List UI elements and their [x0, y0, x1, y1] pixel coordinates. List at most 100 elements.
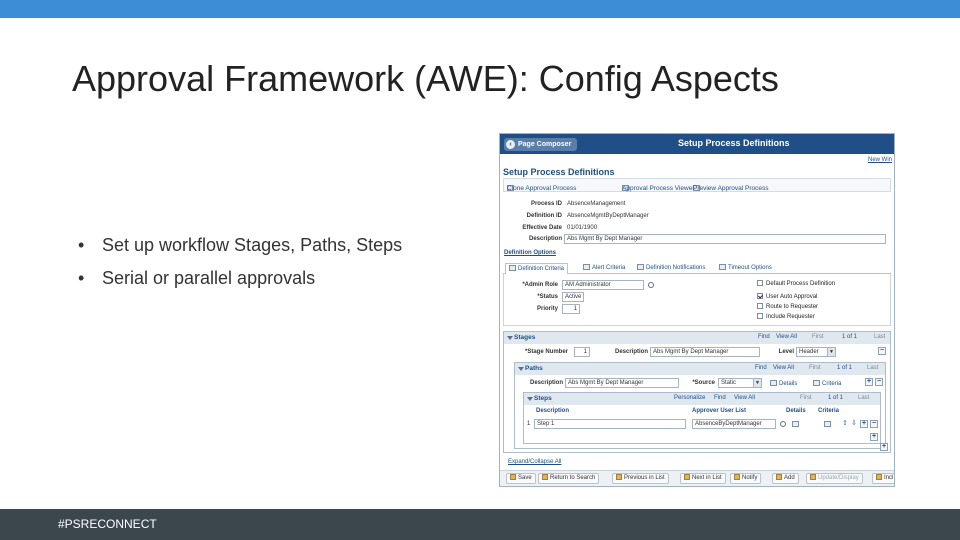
stage-description-label: Description [614, 349, 648, 355]
tab-timeout-options[interactable]: Timeout Options [719, 263, 772, 274]
stage-description-field[interactable]: Abs Mgmt By Dept Manager [650, 347, 760, 357]
description-field[interactable]: Abs Mgmt By Dept Manager [564, 234, 886, 244]
collapse-triangle-icon[interactable] [507, 336, 513, 340]
add-icon [776, 474, 782, 480]
source-select[interactable]: Static ▼ [718, 378, 762, 388]
top-accent-bar [0, 0, 960, 18]
move-down-icon[interactable]: ⇩ [851, 419, 857, 427]
admin-role-field[interactable]: AM Administrator [562, 280, 644, 290]
definition-id-value: AbsenceMgmtByDeptManager [567, 213, 649, 219]
notify-button[interactable]: Notify [730, 473, 762, 484]
effective-date-label: Effective Date [522, 225, 562, 231]
tab-page-icon [583, 264, 590, 270]
footer-bar: #PSRECONNECT [0, 509, 960, 540]
admin-role-label: *Admin Role [522, 282, 558, 288]
add-path-button[interactable]: + [865, 378, 873, 386]
remove-path-button[interactable]: − [875, 378, 883, 386]
checkbox-icon [757, 313, 763, 319]
remove-step-button[interactable]: − [870, 420, 878, 428]
path-details-link[interactable]: Details [770, 380, 797, 387]
checkbox-icon [757, 303, 763, 309]
save-icon [510, 474, 516, 480]
paths-last-link[interactable]: Last [867, 365, 878, 371]
add-stage-button[interactable]: + [880, 443, 888, 451]
remove-row-button[interactable]: − [878, 347, 886, 355]
stages-first-link[interactable]: First [812, 334, 824, 340]
bottom-toolbar: Save Return to Search Previous in List N… [500, 470, 894, 486]
definition-options-label: Definition Options [504, 250, 556, 256]
details-icon[interactable] [792, 421, 799, 427]
add-step-button[interactable]: + [860, 420, 868, 428]
status-select[interactable]: Active [562, 292, 584, 302]
return-to-search-button[interactable]: Return to Search [538, 473, 600, 484]
bullet-item: • Set up workflow Stages, Paths, Steps [78, 235, 403, 255]
notify-icon [734, 474, 740, 480]
include-history-button[interactable]: Incl [872, 473, 894, 484]
collapse-triangle-icon[interactable] [527, 397, 533, 401]
tab-alert-criteria[interactable]: Alert Criteria [583, 263, 625, 274]
bullet-item: • Serial or parallel approvals [78, 268, 316, 288]
tab-definition-notifications[interactable]: Definition Notifications [637, 263, 705, 274]
paths-find-link[interactable]: Find [755, 365, 767, 371]
move-up-icon[interactable]: ⇧ [842, 419, 848, 427]
expand-collapse-all-link[interactable]: Expand/Collapse All [508, 459, 561, 465]
add-button[interactable]: Add [772, 473, 799, 484]
checkbox-icon [757, 280, 763, 286]
page-heading: Setup Process Definitions [503, 167, 615, 177]
page-composer-button[interactable]: ‹ Page Composer [504, 138, 578, 151]
user-auto-approval-checkbox[interactable]: User Auto Approval [757, 293, 817, 300]
previous-in-list-button[interactable]: Previous in List [612, 473, 669, 484]
tab-page-icon [509, 265, 516, 271]
steps-view-all-link[interactable]: View All [734, 395, 755, 401]
embedded-screenshot: ‹ Page Composer Setup Process Definitions… [499, 133, 895, 487]
previous-icon [616, 474, 622, 480]
steps-header: Steps Personalize Find View All First 1 … [524, 393, 880, 405]
ps-header-title: Setup Process Definitions [678, 138, 790, 148]
paths-count: 1 of 1 [837, 365, 853, 371]
stages-find-link[interactable]: Find [758, 334, 770, 340]
steps-find-link[interactable]: Find [714, 395, 726, 401]
criteria-icon[interactable] [824, 421, 831, 427]
step-description-field[interactable]: Step 1 [534, 419, 686, 429]
next-icon [684, 474, 690, 480]
col-approver-list: Approver User List [692, 408, 747, 414]
stages-header: Stages Find View All First 1 of 1 Last [504, 332, 890, 344]
status-label: *Status [537, 294, 558, 300]
collapse-triangle-icon[interactable] [518, 367, 524, 371]
route-to-requester-checkbox[interactable]: Route to Requester [757, 303, 818, 310]
stage-number-field[interactable]: 1 [574, 347, 590, 357]
level-select[interactable]: Header ▼ [796, 347, 836, 357]
dropdown-arrow-icon: ▼ [827, 348, 835, 356]
include-requester-checkbox[interactable]: Include Requester [757, 313, 815, 320]
new-window-link[interactable]: New Win [868, 157, 892, 163]
stages-last-link[interactable]: Last [874, 334, 885, 340]
approver-list-field[interactable]: AbsenceByDeptManager [692, 419, 776, 429]
path-description-field[interactable]: Abs Mgmt By Dept Manager [565, 378, 679, 388]
stages-count: 1 of 1 [842, 334, 858, 340]
update-display-button[interactable]: Update/Display [806, 473, 863, 484]
paths-view-all-link[interactable]: View All [773, 365, 794, 371]
steps-last-link[interactable]: Last [858, 395, 869, 401]
paths-first-link[interactable]: First [809, 365, 821, 371]
default-process-checkbox[interactable]: Default Process Definition [757, 280, 835, 287]
col-criteria: Criteria [818, 408, 840, 414]
next-in-list-button[interactable]: Next in List [680, 473, 726, 484]
steps-first-link[interactable]: First [800, 395, 812, 401]
tab-definition-criteria[interactable]: Definition Criteria [505, 263, 569, 274]
dropdown-arrow-icon: ▼ [753, 379, 761, 387]
checkbox-checked-icon [757, 293, 763, 299]
steps-grid: Steps Personalize Find View All First 1 … [523, 392, 881, 444]
add-row-button[interactable]: + [870, 433, 878, 441]
path-criteria-link[interactable]: Criteria [813, 380, 841, 387]
stages-view-all-link[interactable]: View All [776, 334, 797, 340]
update-display-icon [810, 474, 816, 480]
save-button[interactable]: Save [506, 473, 536, 484]
stages-grid: Stages Find View All First 1 of 1 Last *… [503, 331, 891, 453]
definition-tabs: Definition Criteria Alert Criteria Defin… [503, 262, 891, 274]
lookup-icon[interactable] [648, 282, 654, 288]
steps-personalize-link[interactable]: Personalize [674, 395, 705, 401]
priority-label: Priority [536, 306, 558, 312]
tab-page-icon [719, 264, 726, 270]
priority-field[interactable]: 1 [562, 304, 580, 314]
lookup-icon[interactable] [780, 421, 786, 427]
